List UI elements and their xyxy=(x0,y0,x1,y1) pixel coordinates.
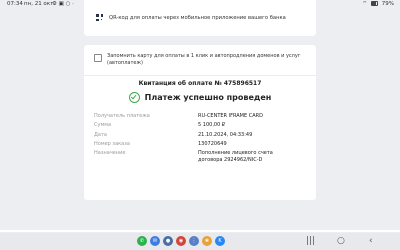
receipt-row-order: Номер заказа 130720649 xyxy=(94,141,309,147)
receipt-title: Квитанция об оплате № 475896517 xyxy=(138,80,262,87)
status-time: 07:34 xyxy=(7,1,23,7)
divider xyxy=(84,75,316,76)
receipt-row-amount: Сумма 5 100,00 ₽ xyxy=(94,122,309,128)
system-navigation-bar: ✆ ✉ ● ◉ ⋮ ❀ K ||| ○ ‹ xyxy=(0,233,400,250)
receipt-value: 130720649 xyxy=(198,140,227,147)
receipt-label: Сумма xyxy=(94,122,112,129)
recents-button[interactable]: ||| xyxy=(306,236,315,246)
receipt-value: 21.10.2024, 04:33:49 xyxy=(198,131,253,138)
receipt-label: Получатель платежа xyxy=(94,113,150,119)
app-dock: ✆ ✉ ● ◉ ⋮ ❀ K xyxy=(137,236,228,246)
camera-app-icon[interactable]: ◉ xyxy=(176,236,186,246)
status-indicators: ⌔ 79% xyxy=(362,0,394,9)
payment-status-text: Платеж успешно проведен xyxy=(144,93,272,102)
receipt-label: Дата xyxy=(94,131,107,138)
status-date: пн, 21 окт. xyxy=(24,1,56,7)
qr-payment-option[interactable]: QR-код для оплаты через мобильное прилож… xyxy=(96,14,286,21)
bottom-strip xyxy=(0,230,400,232)
chat-app-icon[interactable]: ● xyxy=(163,236,173,246)
receipt-row-recipient: Получатель платежа RU-CENTER IFRAME CARD xyxy=(94,113,309,119)
receipt-details: Получатель платежа RU-CENTER IFRAME CARD… xyxy=(94,113,309,166)
check-circle-icon xyxy=(128,92,140,103)
remember-card-label: Запомнить карту для оплаты в 1 клик и ав… xyxy=(107,53,301,66)
qr-code-icon xyxy=(96,14,103,21)
apps-grid-icon[interactable]: ⋮ xyxy=(189,236,199,246)
remember-card-row[interactable]: Запомнить карту для оплаты в 1 клик и ав… xyxy=(94,53,312,66)
wifi-icon: ⌔ xyxy=(362,1,368,7)
receipt-label: Номер заказа xyxy=(94,140,130,147)
receipt-label: Назначение xyxy=(94,150,126,157)
remember-card-checkbox[interactable] xyxy=(94,54,102,62)
photos-app-icon[interactable]: ❀ xyxy=(202,236,212,246)
qr-payment-card: QR-код для оплаты через мобильное прилож… xyxy=(84,0,316,36)
vk-app-icon[interactable]: K xyxy=(215,236,225,246)
home-button[interactable]: ○ xyxy=(337,236,345,246)
back-button[interactable]: ‹ xyxy=(369,236,373,246)
payment-receipt-card: Запомнить карту для оплаты в 1 клик и ав… xyxy=(84,45,316,200)
qr-payment-label: QR-код для оплаты через мобильное прилож… xyxy=(109,14,286,21)
battery-level: 79% xyxy=(381,1,394,7)
receipt-value: 5 100,00 ₽ xyxy=(198,122,226,129)
messages-app-icon[interactable]: ✉ xyxy=(150,236,160,246)
receipt-row-purpose: Назначение Пополнение лицевого счета дог… xyxy=(94,150,309,163)
battery-icon xyxy=(371,1,379,6)
status-notification-icons: ⚙ ▣ ○ · xyxy=(52,1,74,7)
receipt-row-date: Дата 21.10.2024, 04:33:49 xyxy=(94,132,309,138)
receipt-value: RU-CENTER IFRAME CARD xyxy=(198,113,263,119)
receipt-value: Пополнение лицевого счета договора 29249… xyxy=(198,150,273,163)
payment-status: Платеж успешно проведен xyxy=(84,92,316,103)
phone-app-icon[interactable]: ✆ xyxy=(137,236,147,246)
